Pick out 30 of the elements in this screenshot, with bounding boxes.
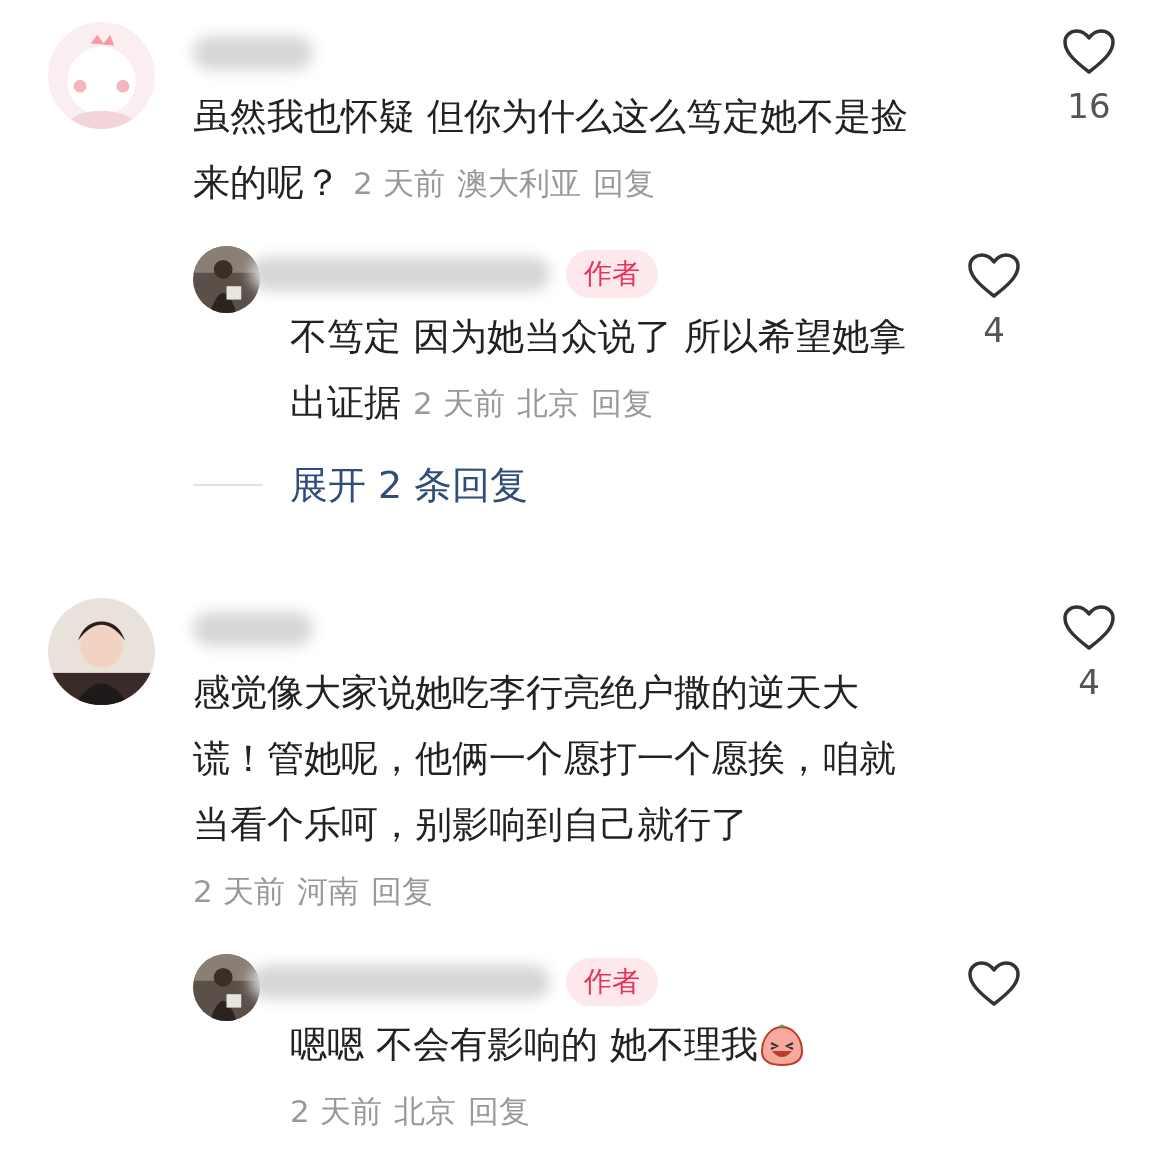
reply-link[interactable]: 回复 — [592, 150, 655, 216]
comment-location: 北京 — [393, 1092, 456, 1131]
comment-text: 当看个乐呵，别影响到自己就行了 — [193, 802, 748, 848]
comment-location: 河南 — [296, 872, 359, 911]
author-badge: 作者 — [566, 958, 658, 1006]
like-count: 4 — [983, 310, 1005, 350]
like-count: 16 — [1067, 86, 1111, 126]
reply-link[interactable]: 回复 — [590, 370, 653, 436]
comment-text: 来的呢？ — [193, 160, 341, 206]
expand-replies-link[interactable]: 展开 2 条回复 — [290, 460, 529, 510]
like-icon[interactable] — [967, 252, 1021, 300]
like-count: 4 — [1078, 662, 1100, 702]
like-icon[interactable] — [967, 960, 1021, 1008]
comment-text: 感觉像大家说她吃李行亮绝户撒的逆天大 — [193, 670, 859, 716]
comment-location: 澳大利亚 — [456, 164, 581, 203]
comment-text: 嗯嗯 不会有影响的 她不理我 — [290, 1022, 758, 1068]
comment-location: 北京 — [516, 384, 579, 423]
reply-link[interactable]: 回复 — [370, 858, 433, 924]
comment-time: 2 天前 — [290, 1092, 382, 1131]
reply-link[interactable]: 回复 — [467, 1078, 530, 1144]
comment-time: 2 天前 — [193, 872, 285, 911]
comment-time: 2 天前 — [413, 384, 505, 423]
comment-text: 虽然我也怀疑 但你为什么这么笃定她不是捡 — [193, 94, 908, 140]
comment-text: 谎！管她呢，他俩一个愿打一个愿挨，咱就 — [193, 736, 896, 782]
comment-text: 不笃定 因为她当众说了 所以希望她拿 — [290, 314, 906, 360]
comment-time: 2 天前 — [353, 164, 445, 203]
like-icon[interactable] — [1062, 604, 1116, 652]
comment-text: 出证据 — [290, 380, 401, 426]
like-icon[interactable] — [1062, 28, 1116, 76]
author-badge: 作者 — [566, 250, 658, 298]
